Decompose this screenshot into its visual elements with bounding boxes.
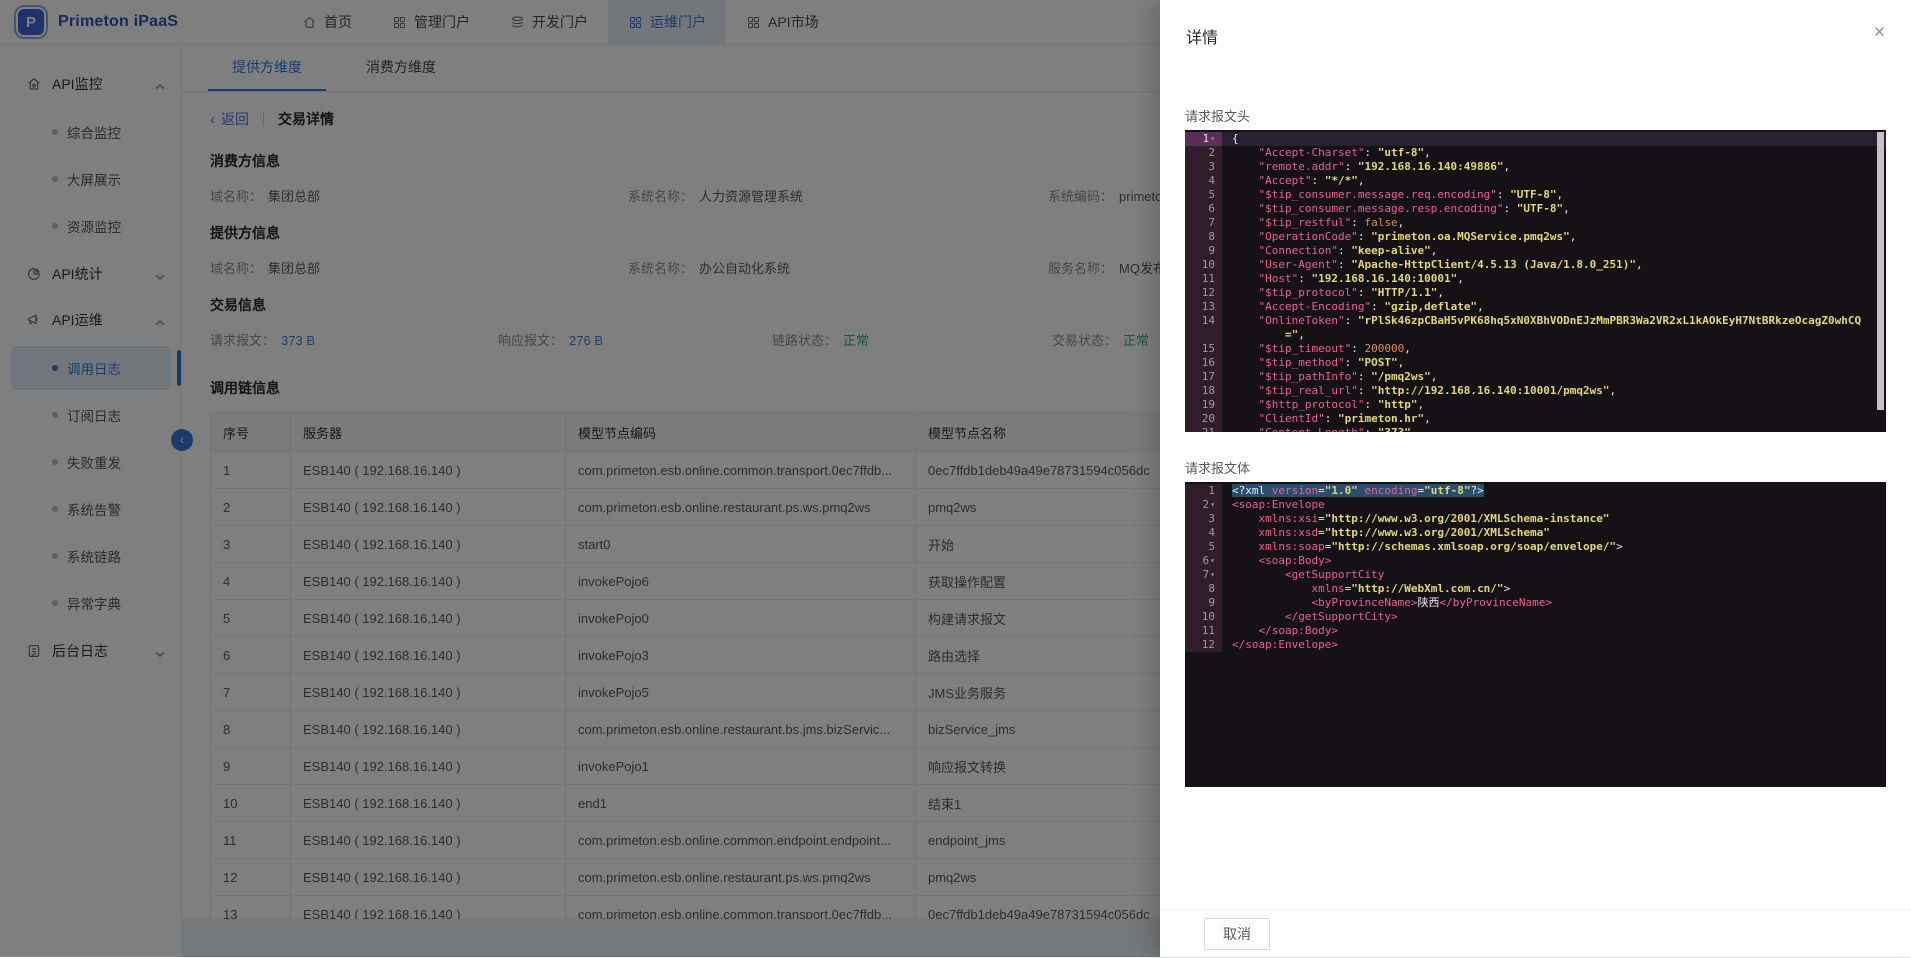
cancel-button[interactable]: 取消 [1204, 918, 1270, 950]
line-number: 2▾ [1185, 498, 1222, 512]
line-number: 9 [1185, 244, 1222, 258]
fold-arrow-icon[interactable]: ▾ [1210, 134, 1215, 143]
code-line: 21 "Content-Length": "373" [1185, 426, 1886, 432]
code-line: 15 "$tip_timeout": 200000, [1185, 342, 1886, 356]
code-line: 10 "User-Agent": "Apache-HttpClient/4.5.… [1185, 258, 1886, 272]
line-number: 15 [1185, 342, 1222, 356]
code-line: 19 "$http_protocol": "http", [1185, 398, 1886, 412]
line-number: 5 [1185, 540, 1222, 554]
line-number: 9 [1185, 596, 1222, 610]
line-number: 1 [1185, 484, 1222, 498]
close-icon[interactable]: × [1874, 24, 1885, 42]
code-line: 3 xmlns:xsi="http://www.w3.org/2001/XMLS… [1185, 512, 1886, 526]
code-line: 12</soap:Envelope> [1185, 638, 1886, 652]
line-number [1185, 328, 1222, 342]
line-number: 11 [1185, 624, 1222, 638]
code-line: 8 "OperationCode": "primeton.oa.MQServic… [1185, 230, 1886, 244]
code-line: 9 "Connection": "keep-alive", [1185, 244, 1886, 258]
code-line: 7▾ <getSupportCity [1185, 568, 1886, 582]
line-number: 18 [1185, 384, 1222, 398]
code-line: 11 </soap:Body> [1185, 624, 1886, 638]
code-line: 16 "$tip_method": "POST", [1185, 356, 1886, 370]
fold-arrow-icon[interactable]: ▾ [1210, 500, 1215, 509]
code-line: 4 xmlns:xsd="http://www.w3.org/2001/XMLS… [1185, 526, 1886, 540]
drawer-footer: 取消 [1160, 909, 1911, 957]
code-line: 20 "ClientId": "primeton.hr", [1185, 412, 1886, 426]
line-number: 1▾ [1185, 132, 1222, 146]
fold-arrow-icon[interactable]: ▾ [1210, 556, 1215, 565]
line-number: 14 [1185, 314, 1222, 328]
scrollbar-thumb[interactable] [1877, 132, 1884, 410]
code-line: 2 "Accept-Charset": "utf-8", [1185, 146, 1886, 160]
code-line: 18 "$tip_real_url": "http://192.168.16.1… [1185, 384, 1886, 398]
code-line: 5 "$tip_consumer.message.req.encoding": … [1185, 188, 1886, 202]
line-number: 11 [1185, 272, 1222, 286]
code-line: 5 xmlns:soap="http://schemas.xmlsoap.org… [1185, 540, 1886, 554]
line-number: 21 [1185, 426, 1222, 432]
line-number: 3 [1185, 512, 1222, 526]
code-line: 14 "OnlineToken": "rPlSk46zpCBaH5vPK68hq… [1185, 314, 1886, 328]
request-header-label: 请求报文头 [1185, 106, 1886, 125]
code-line: 13 "Accept-Encoding": "gzip,deflate", [1185, 300, 1886, 314]
line-number: 5 [1185, 188, 1222, 202]
line-number: 8 [1185, 582, 1222, 596]
line-number: 7 [1185, 216, 1222, 230]
line-number: 20 [1185, 412, 1222, 426]
code-line: 12 "$tip_protocol": "HTTP/1.1", [1185, 286, 1886, 300]
detail-drawer: 详情 × 请求报文头 1▾{2 "Accept-Charset": "utf-8… [1160, 0, 1911, 957]
line-number: 4 [1185, 526, 1222, 540]
code-line: 17 "$tip_pathInfo": "/pmq2ws", [1185, 370, 1886, 384]
code-line: 3 "remote.addr": "192.168.16.140:49886", [1185, 160, 1886, 174]
code-line: 10 </getSupportCity> [1185, 610, 1886, 624]
request-header-editor[interactable]: 1▾{2 "Accept-Charset": "utf-8",3 "remote… [1185, 130, 1886, 432]
code-line: 9 <byProvinceName>陕西</byProvinceName> [1185, 596, 1886, 610]
code-line: 1▾{ [1185, 132, 1886, 146]
drawer-body: 请求报文头 1▾{2 "Accept-Charset": "utf-8",3 "… [1160, 106, 1911, 787]
code-line: 1<?xml version="1.0" encoding="utf-8"?> [1185, 484, 1886, 498]
drawer-header: 详情 × [1160, 0, 1911, 70]
code-line: =", [1185, 328, 1886, 342]
code-line: 6▾ <soap:Body> [1185, 554, 1886, 568]
line-number: 6▾ [1185, 554, 1222, 568]
fold-arrow-icon[interactable]: ▾ [1210, 570, 1215, 579]
line-number: 13 [1185, 300, 1222, 314]
line-number: 2 [1185, 146, 1222, 160]
drawer-title: 详情 [1186, 30, 1218, 47]
line-number: 7▾ [1185, 568, 1222, 582]
code-line: 2▾<soap:Envelope [1185, 498, 1886, 512]
code-line: 6 "$tip_consumer.message.resp.encoding":… [1185, 202, 1886, 216]
code-line: 4 "Accept": "*/*", [1185, 174, 1886, 188]
line-number: 10 [1185, 610, 1222, 624]
line-number: 12 [1185, 638, 1222, 652]
line-number: 4 [1185, 174, 1222, 188]
line-number: 6 [1185, 202, 1222, 216]
line-number: 17 [1185, 370, 1222, 384]
line-number: 16 [1185, 356, 1222, 370]
line-number: 3 [1185, 160, 1222, 174]
line-number: 19 [1185, 398, 1222, 412]
line-number: 8 [1185, 230, 1222, 244]
request-body-editor[interactable]: 1<?xml version="1.0" encoding="utf-8"?>2… [1185, 482, 1886, 787]
request-body-label: 请求报文体 [1185, 458, 1886, 477]
line-number: 10 [1185, 258, 1222, 272]
code-line: 7 "$tip_restful": false, [1185, 216, 1886, 230]
code-line: 11 "Host": "192.168.16.140:10001", [1185, 272, 1886, 286]
code-line: 8 xmlns="http://WebXml.com.cn/"> [1185, 582, 1886, 596]
line-number: 12 [1185, 286, 1222, 300]
